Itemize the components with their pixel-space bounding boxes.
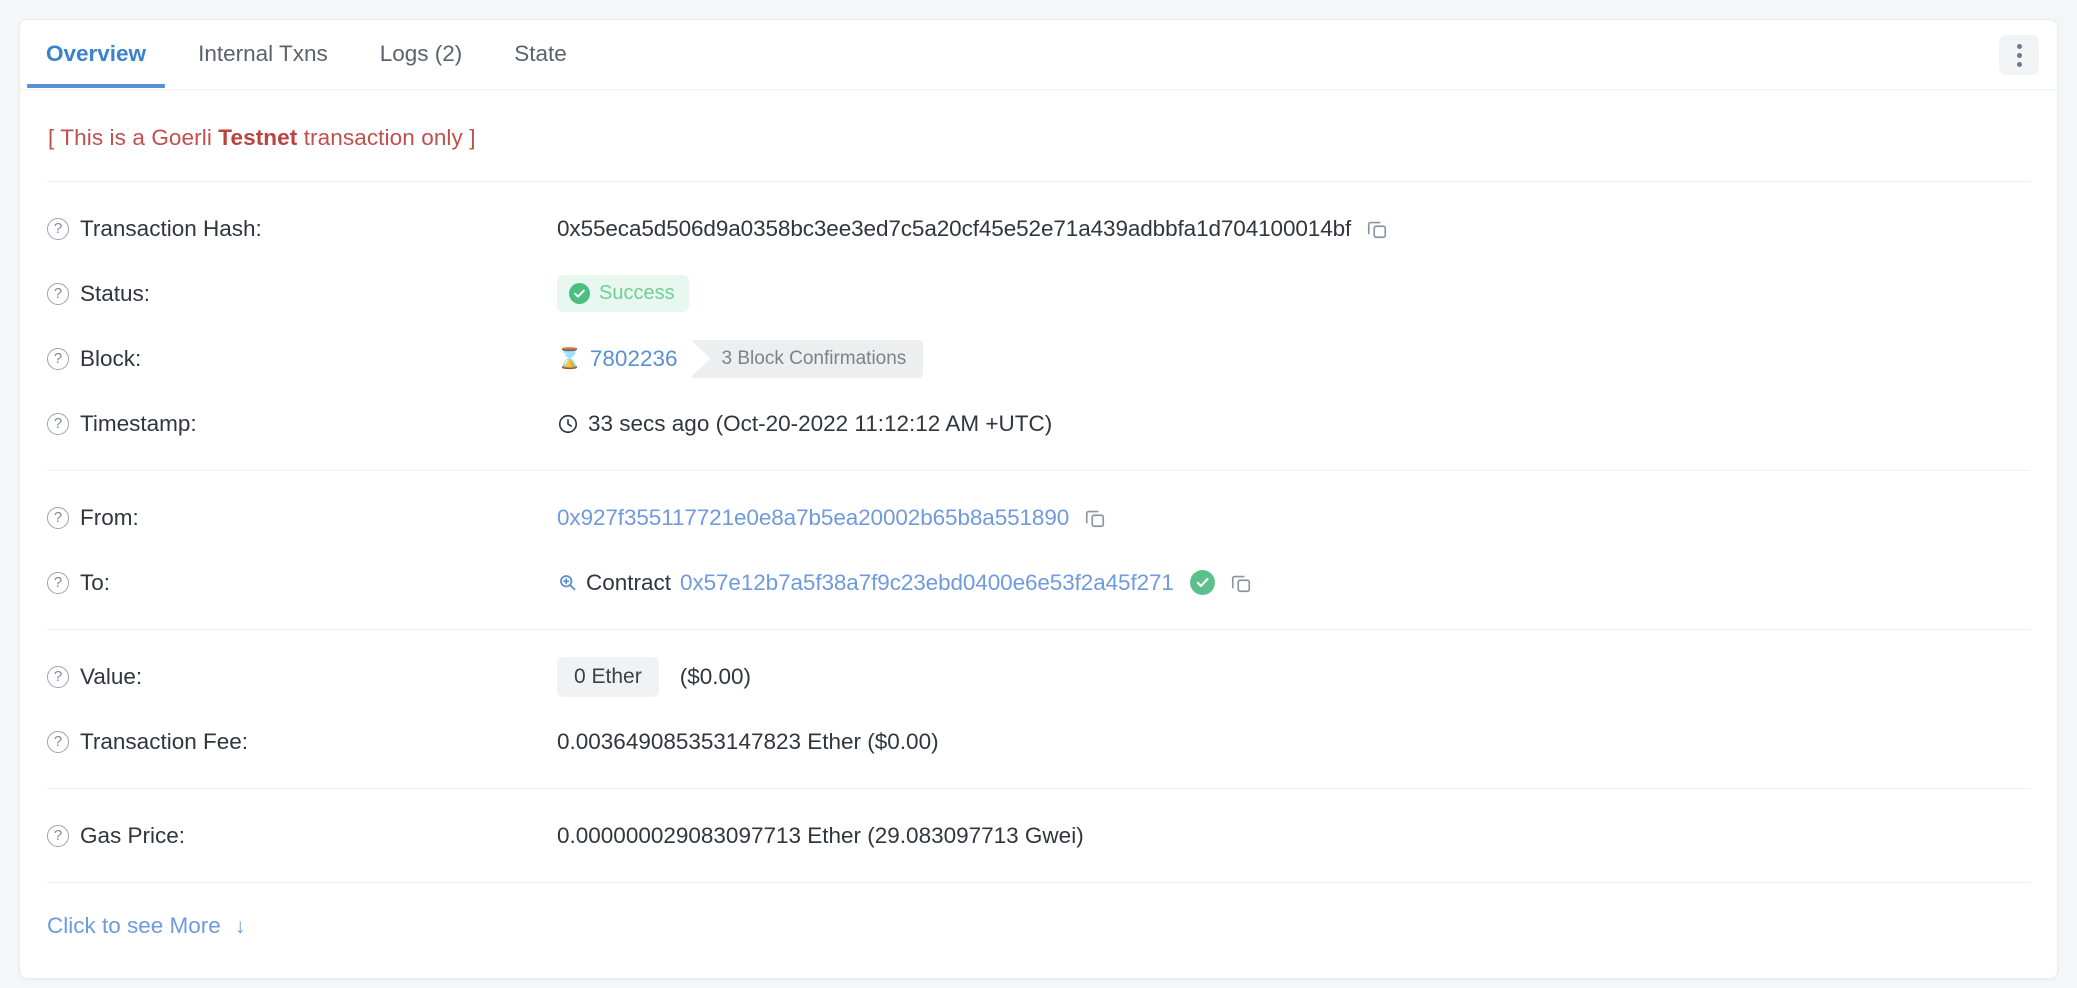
label-from: ? From: bbox=[47, 505, 557, 531]
value-transaction-hash: 0x55eca5d506d9a0358bc3ee3ed7c5a20cf45e52… bbox=[557, 216, 2030, 242]
transaction-fee-text: 0.003649085353147823 Ether ($0.00) bbox=[557, 728, 939, 754]
help-icon-timestamp[interactable]: ? bbox=[47, 412, 69, 435]
value-block: ⌛ 7802236 3 Block Confirmations bbox=[557, 339, 2030, 378]
gas-price-text: 0.000000029083097713 Ether (29.083097713… bbox=[557, 822, 1084, 848]
arrow-down-icon: ↓ bbox=[234, 914, 246, 938]
verified-check-icon[interactable] bbox=[1189, 570, 1215, 595]
tab-list: Overview Internal Txns Logs (2) State bbox=[20, 20, 593, 88]
help-icon-value[interactable]: ? bbox=[47, 665, 69, 688]
block-confirmations-badge: 3 Block Confirmations bbox=[691, 339, 924, 378]
hourglass-icon: ⌛ bbox=[557, 347, 582, 370]
help-icon-from[interactable]: ? bbox=[47, 506, 69, 529]
row-status: ? Status: Success bbox=[20, 261, 2057, 326]
testnet-notice: [ This is a Goerli Testnet transaction o… bbox=[20, 90, 2057, 181]
row-transaction-hash: ? Transaction Hash: 0x55eca5d506d9a0358b… bbox=[20, 196, 2057, 261]
row-from: ? From: 0x927f355117721e0e8a7b5ea20002b6… bbox=[20, 485, 2057, 550]
label-status: ? Status: bbox=[47, 281, 557, 307]
row-click-to-see-more: Click to see More ↓ bbox=[20, 883, 2057, 939]
value-gas-price: 0.000000029083097713 Ether (29.083097713… bbox=[557, 823, 2030, 849]
value-from: 0x927f355117721e0e8a7b5ea20002b65b8a5518… bbox=[557, 505, 2030, 531]
clock-icon bbox=[557, 413, 579, 435]
transaction-hash-text: 0x55eca5d506d9a0358bc3ee3ed7c5a20cf45e52… bbox=[557, 215, 1352, 241]
value-usd: ($0.00) bbox=[679, 663, 752, 689]
help-icon-gas-price[interactable]: ? bbox=[47, 824, 69, 847]
row-block: ? Block: ⌛ 7802236 3 Block Confirmations bbox=[20, 326, 2057, 391]
label-text: Timestamp: bbox=[80, 410, 197, 436]
kebab-menu-icon[interactable] bbox=[1999, 35, 2039, 75]
copy-icon[interactable] bbox=[1230, 572, 1252, 594]
row-gas-price: ? Gas Price: 0.000000029083097713 Ether … bbox=[20, 803, 2057, 868]
block-wrap: ⌛ 7802236 3 Block Confirmations bbox=[557, 339, 924, 378]
status-badge: Success bbox=[557, 275, 689, 312]
label-text: Value: bbox=[80, 663, 143, 689]
copy-icon[interactable] bbox=[1366, 218, 1388, 240]
help-icon-transaction-hash[interactable]: ? bbox=[47, 217, 69, 240]
magnifier-icon[interactable] bbox=[557, 572, 578, 593]
label-text: To: bbox=[80, 569, 111, 595]
help-icon-to[interactable]: ? bbox=[47, 571, 69, 594]
label-transaction-fee: ? Transaction Fee: bbox=[47, 729, 557, 755]
block-number-link[interactable]: 7802236 bbox=[590, 346, 678, 372]
row-group-addresses: ? From: 0x927f355117721e0e8a7b5ea20002b6… bbox=[20, 471, 2057, 629]
label-transaction-hash: ? Transaction Hash: bbox=[47, 216, 557, 242]
notice-prefix: [ This is a Goerli bbox=[48, 125, 219, 150]
help-icon-transaction-fee[interactable]: ? bbox=[47, 730, 69, 753]
from-address-link[interactable]: 0x927f355117721e0e8a7b5ea20002b65b8a5518… bbox=[557, 505, 1069, 531]
value-status: Success bbox=[557, 275, 2030, 312]
click-to-see-more-link[interactable]: Click to see More ↓ bbox=[47, 913, 245, 939]
notice-suffix: transaction only ] bbox=[297, 125, 476, 150]
label-value: ? Value: bbox=[47, 664, 557, 690]
kebab-dot-3 bbox=[2016, 61, 2022, 67]
label-gas-price: ? Gas Price: bbox=[47, 823, 557, 849]
check-circle-icon bbox=[569, 283, 590, 304]
timestamp-text: 33 secs ago (Oct-20-2022 11:12:12 AM +UT… bbox=[588, 410, 1053, 436]
label-text: Block: bbox=[80, 345, 142, 371]
row-group-gas: ? Gas Price: 0.000000029083097713 Ether … bbox=[20, 789, 2057, 882]
transaction-details-card: Overview Internal Txns Logs (2) State [ … bbox=[19, 19, 2058, 979]
label-text: Transaction Hash: bbox=[80, 215, 262, 241]
row-group-value: ? Value: 0 Ether ($0.00) ? Transaction F… bbox=[20, 630, 2057, 788]
value-timestamp: 33 secs ago (Oct-20-2022 11:12:12 AM +UT… bbox=[557, 411, 2030, 437]
label-text: Transaction Fee: bbox=[80, 728, 248, 754]
tab-bar: Overview Internal Txns Logs (2) State bbox=[20, 20, 2057, 90]
row-to: ? To: Contract 0x57e12b7a5f38a7f9c23ebd0… bbox=[20, 550, 2057, 615]
notice-emphasis: Testnet bbox=[218, 125, 298, 150]
copy-icon[interactable] bbox=[1084, 507, 1106, 529]
label-text: From: bbox=[80, 504, 139, 530]
help-icon-block[interactable]: ? bbox=[47, 347, 69, 370]
label-timestamp: ? Timestamp: bbox=[47, 411, 557, 437]
tab-overview[interactable]: Overview bbox=[20, 20, 172, 88]
to-address-link[interactable]: 0x57e12b7a5f38a7f9c23ebd0400e6e53f2a45f2… bbox=[680, 570, 1174, 596]
page-root: Overview Internal Txns Logs (2) State [ … bbox=[0, 0, 2077, 988]
label-to: ? To: bbox=[47, 570, 557, 596]
row-transaction-fee: ? Transaction Fee: 0.003649085353147823 … bbox=[20, 709, 2057, 774]
label-text: Gas Price: bbox=[80, 822, 186, 848]
row-value: ? Value: 0 Ether ($0.00) bbox=[20, 644, 2057, 709]
help-icon-status[interactable]: ? bbox=[47, 282, 69, 305]
value-amount: 0 Ether ($0.00) bbox=[557, 656, 2030, 697]
kebab-dot-1 bbox=[2016, 43, 2022, 49]
to-contract-prefix: Contract bbox=[586, 569, 672, 595]
row-timestamp: ? Timestamp: 33 secs ago (Oct-20-2022 11… bbox=[20, 391, 2057, 456]
status-text: Success bbox=[599, 282, 675, 304]
tab-state[interactable]: State bbox=[488, 20, 593, 87]
value-badge: 0 Ether bbox=[557, 656, 659, 697]
label-block: ? Block: bbox=[47, 346, 557, 372]
tab-internal-txns[interactable]: Internal Txns bbox=[172, 20, 354, 87]
label-text: Status: bbox=[80, 280, 151, 306]
row-group-primary: ? Transaction Hash: 0x55eca5d506d9a0358b… bbox=[20, 182, 2057, 470]
kebab-dot-2 bbox=[2016, 52, 2022, 58]
more-label: Click to see More bbox=[47, 913, 221, 938]
value-transaction-fee: 0.003649085353147823 Ether ($0.00) bbox=[557, 729, 2030, 755]
value-to: Contract 0x57e12b7a5f38a7f9c23ebd0400e6e… bbox=[557, 570, 2030, 596]
tab-logs[interactable]: Logs (2) bbox=[354, 20, 489, 87]
